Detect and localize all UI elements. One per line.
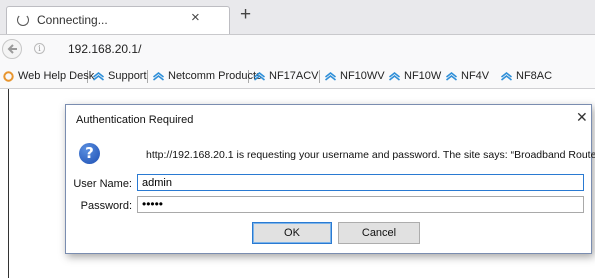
tab-close-icon[interactable]: ×	[191, 10, 200, 25]
bookmarks-toolbar: Web Help Desk Support Netcomm Products NF17…	[0, 64, 595, 89]
bookmark-label: NF10W	[404, 70, 442, 82]
cancel-button[interactable]: Cancel	[338, 222, 420, 244]
authentication-dialog: Authentication Required ✕ ? http://192.1…	[65, 104, 595, 254]
bookmark-label: NF4V	[461, 70, 490, 82]
bookmark-item[interactable]: NF10WV	[325, 70, 385, 82]
new-tab-button[interactable]: +	[240, 5, 251, 24]
bookmark-item[interactable]: Support	[93, 70, 147, 82]
dialog-title: Authentication Required	[76, 114, 194, 126]
bookmark-label: Support	[108, 70, 147, 82]
site-info-icon[interactable]: i	[34, 43, 45, 54]
back-arrow-icon	[7, 44, 17, 54]
bookmark-item[interactable]: NF10W	[389, 70, 441, 82]
netcomm-icon	[501, 71, 512, 81]
ok-button[interactable]: OK	[252, 222, 332, 244]
netcomm-icon	[389, 71, 400, 81]
username-field[interactable]	[137, 174, 584, 191]
password-field[interactable]: •••••	[137, 196, 584, 213]
bookmark-item[interactable]: Netcomm Products	[153, 70, 262, 82]
bookmark-label: NF10WV	[340, 70, 385, 82]
netcomm-icon	[93, 71, 104, 81]
bookmark-label: Netcomm Products	[168, 70, 262, 82]
page-frame-edge	[0, 89, 9, 278]
tab-title: Connecting...	[37, 13, 108, 27]
bookmark-item[interactable]: NF8AC	[501, 70, 552, 82]
browser-tab[interactable]: Connecting... ×	[6, 6, 230, 34]
tab-strip: Connecting... × +	[0, 0, 595, 35]
bookmark-label: Web Help Desk	[18, 70, 95, 82]
navigation-bar: i 192.168.20.1/	[0, 35, 595, 64]
question-icon: ?	[79, 143, 100, 164]
address-bar[interactable]: 192.168.20.1/	[68, 42, 141, 56]
netcomm-icon	[325, 71, 336, 81]
bookmark-item[interactable]: NF4V	[446, 70, 489, 82]
back-button[interactable]	[2, 39, 22, 59]
netcomm-icon	[254, 71, 265, 81]
bookmark-item[interactable]: NF17ACV	[254, 70, 319, 82]
loading-spinner-icon	[17, 14, 29, 26]
bookmark-label: NF17ACV	[269, 70, 319, 82]
bookmark-label: NF8AC	[516, 70, 553, 82]
netcomm-icon	[153, 71, 164, 81]
web-help-desk-icon	[3, 70, 14, 82]
dialog-close-icon[interactable]: ✕	[576, 110, 588, 124]
username-label: User Name:	[73, 178, 132, 190]
bookmark-item[interactable]: Web Help Desk	[3, 70, 94, 82]
bookmark-separator	[147, 70, 148, 83]
password-label: Password:	[80, 200, 132, 212]
dialog-message: http://192.168.20.1 is requesting your u…	[146, 149, 595, 161]
netcomm-icon	[446, 71, 457, 81]
bookmark-separator	[319, 70, 320, 83]
